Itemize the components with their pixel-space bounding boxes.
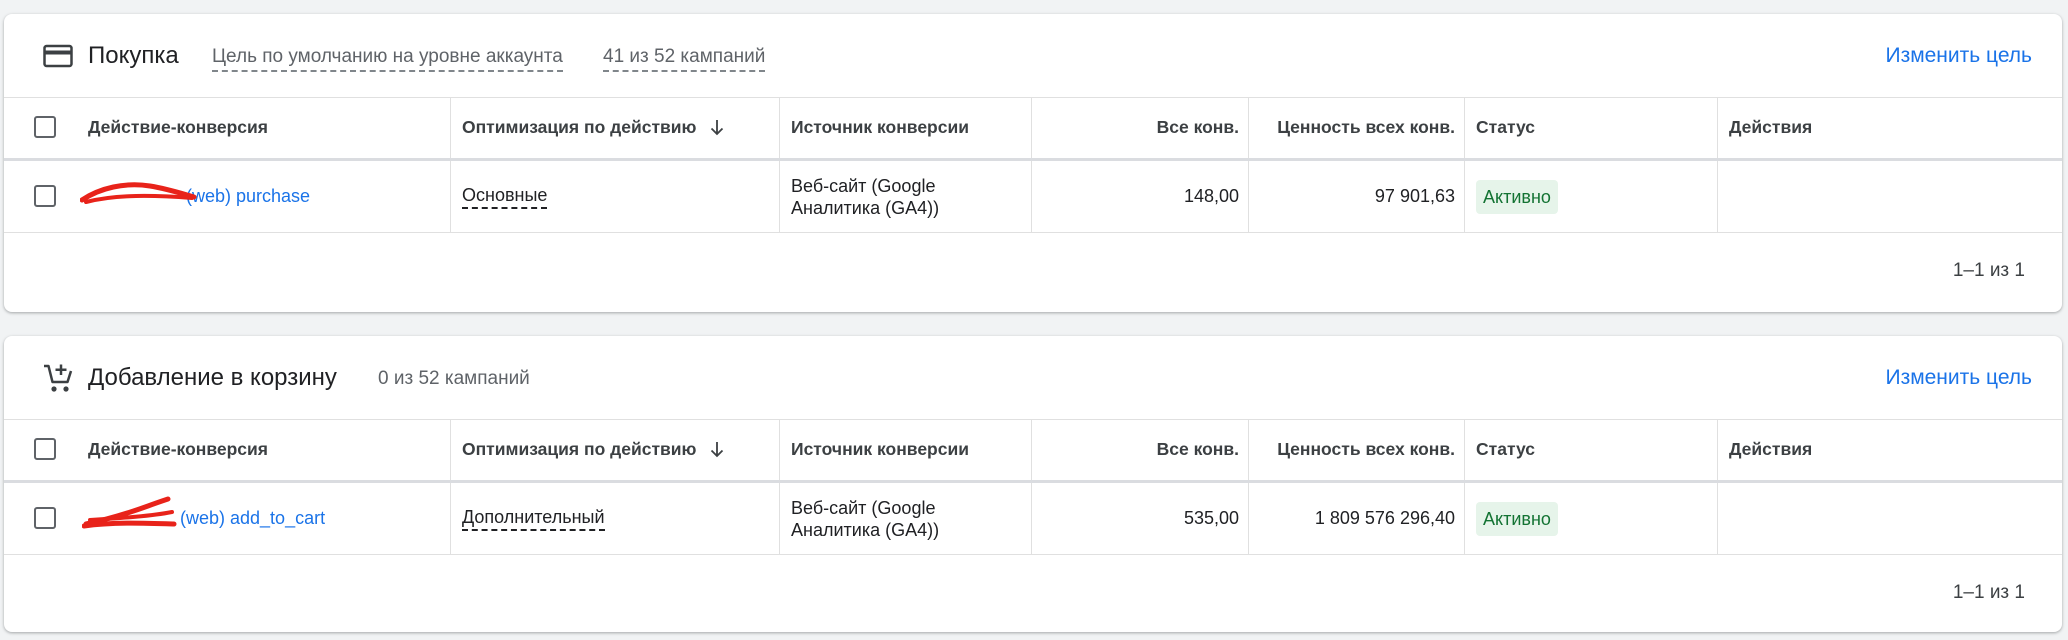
arrow-downward-icon[interactable] <box>709 441 725 459</box>
row-checkbox[interactable] <box>34 185 56 207</box>
all-value-value: 1 809 576 296,40 <box>1314 508 1455 528</box>
all-conv-value: 148,00 <box>1183 186 1239 206</box>
change-goal-link[interactable]: Изменить цель <box>1885 364 2032 392</box>
column-header-optimization-label: Оптимизация по действию <box>462 117 697 137</box>
column-header-source[interactable]: Источник конверсии <box>791 419 1031 480</box>
status-badge: Активно <box>1476 501 1558 536</box>
pagination-label: 1–1 из 1 <box>1952 260 2025 281</box>
pagination-label: 1–1 из 1 <box>1952 582 2025 603</box>
goal-default-label[interactable]: Цель по умолчанию на уровне аккаунта <box>212 45 563 72</box>
column-header-source[interactable]: Источник конверсии <box>791 97 1031 158</box>
add-shopping-cart-icon <box>44 364 73 392</box>
conversion-source: Веб-сайт (Google Аналитика (GA4)) <box>791 497 940 540</box>
optimization-value[interactable]: Дополнительный <box>462 507 605 531</box>
conversion-action-link[interactable]: (web) purchase <box>80 182 310 207</box>
goal-campaign-count[interactable]: 41 из 52 кампаний <box>603 45 766 72</box>
column-header-actions: Действия <box>1729 439 1813 459</box>
table-header-row: Действие-конверсия Оптимизация по действ… <box>4 419 2062 483</box>
goal-header: Покупка Цель по умолчанию на уровне акка… <box>4 14 2062 98</box>
column-header-action[interactable]: Действие-конверсия <box>88 419 448 480</box>
table-header-row: Действие-конверсия Оптимизация по действ… <box>4 97 2062 161</box>
conversion-action-link[interactable]: (web) add_to_cart <box>82 496 325 529</box>
table-row: (web) add_to_cart Дополнительный Веб-сай… <box>4 483 2062 555</box>
row-actions-cell <box>1729 483 2029 554</box>
column-header-optimization[interactable]: Оптимизация по действию <box>462 419 782 480</box>
redaction-mark <box>82 496 177 529</box>
redaction-mark <box>80 182 197 204</box>
goal-header: Добавление в корзину 0 из 52 кампаний Из… <box>4 336 2062 420</box>
conversion-source: Веб-сайт (Google Аналитика (GA4)) <box>791 175 940 218</box>
select-all-checkbox[interactable] <box>34 116 56 138</box>
all-conv-value: 535,00 <box>1183 508 1239 528</box>
conversion-table: Действие-конверсия Оптимизация по действ… <box>4 97 2062 233</box>
goal-title: Добавление в корзину <box>88 364 337 391</box>
optimization-value[interactable]: Основные <box>462 185 548 209</box>
select-all-checkbox[interactable] <box>34 438 56 460</box>
all-value-value: 97 901,63 <box>1374 186 1455 206</box>
credit-card-icon <box>43 44 73 68</box>
goal-card-add-to-cart: Добавление в корзину 0 из 52 кампаний Из… <box>4 336 2062 632</box>
goal-campaign-count: 0 из 52 кампаний <box>378 368 530 389</box>
column-header-optimization[interactable]: Оптимизация по действию <box>462 97 782 158</box>
column-header-status[interactable]: Статус <box>1476 97 1716 158</box>
row-checkbox[interactable] <box>34 507 56 529</box>
column-header-all-value[interactable]: Ценность всех конв. <box>1249 419 1455 480</box>
column-header-actions: Действия <box>1729 117 1813 137</box>
change-goal-link[interactable]: Изменить цель <box>1885 42 2032 70</box>
row-actions-cell <box>1729 161 2029 232</box>
goal-card-purchase: Покупка Цель по умолчанию на уровне акка… <box>4 14 2062 312</box>
column-header-all-conv[interactable]: Все конв. <box>1032 97 1239 158</box>
status-badge: Активно <box>1476 179 1558 214</box>
column-header-optimization-label: Оптимизация по действию <box>462 439 697 459</box>
column-header-status[interactable]: Статус <box>1476 419 1716 480</box>
conversion-table: Действие-конверсия Оптимизация по действ… <box>4 419 2062 555</box>
arrow-downward-icon[interactable] <box>709 119 725 137</box>
column-header-all-value[interactable]: Ценность всех конв. <box>1249 97 1455 158</box>
column-header-action[interactable]: Действие-конверсия <box>88 97 448 158</box>
table-row: (web) purchase Основные Веб-сайт (Google… <box>4 161 2062 233</box>
column-header-all-conv[interactable]: Все конв. <box>1032 419 1239 480</box>
goal-title: Покупка <box>88 42 179 69</box>
